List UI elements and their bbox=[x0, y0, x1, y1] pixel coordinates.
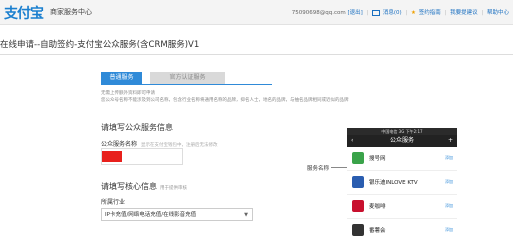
industry-selected-value: IP卡充值/网络电话充值/在线影音充值 bbox=[105, 212, 197, 218]
mail-icon bbox=[372, 9, 381, 16]
notice-line-2: 您公众号名称不能涉及到公司名称，包含行业名称将通用名称的品牌，抑名人士，地名的品… bbox=[101, 98, 349, 103]
service-item-name: 银乐迪INLOVE KTV bbox=[369, 180, 418, 186]
add-link: 添加 bbox=[445, 179, 453, 184]
suggestions-link[interactable]: 我要提建议 bbox=[450, 10, 478, 16]
industry-label: 所属行业 bbox=[101, 199, 126, 206]
phone-service-list: 搜号网 添加 银乐迪INLOVE KTV 添加 麦咖啡 添加 番薯会 添加 bbox=[347, 147, 457, 241]
tab-standard-service[interactable]: 普通服务 bbox=[101, 72, 142, 84]
industry-select[interactable]: IP卡充值/网络电话充值/在线影音充值 ▼ bbox=[101, 208, 253, 221]
plus-icon: + bbox=[447, 137, 453, 144]
chevron-down-icon: ▼ bbox=[244, 212, 248, 218]
messages-link[interactable]: 消息(0) bbox=[383, 10, 402, 16]
add-link: 添加 bbox=[445, 203, 453, 208]
back-arrow-icon: ‹ bbox=[351, 137, 354, 144]
list-item: 麦咖啡 添加 bbox=[347, 195, 457, 219]
phone-nav-title: 公众服务 bbox=[389, 137, 414, 144]
service-logo-icon bbox=[352, 152, 364, 164]
core-info-heading: 请填写核心信息 用于提供审核 bbox=[101, 181, 187, 192]
list-item: 番薯会 添加 bbox=[347, 219, 457, 241]
logo-subtitle: 商家服务中心 bbox=[50, 8, 92, 16]
divider: | bbox=[481, 10, 484, 16]
page-title: 在线申请--自助签约-支付宝公众服务(含CRM服务)V1 bbox=[0, 40, 200, 50]
callout-line bbox=[331, 167, 347, 168]
service-name-callout: 服务名称 bbox=[307, 166, 330, 172]
service-logo-icon bbox=[352, 176, 364, 188]
service-name-field-label: 公众服务名称 显示在支付宝钱包中，注册后无法修改 bbox=[101, 139, 218, 148]
service-logo-icon bbox=[352, 224, 364, 236]
alipay-logo[interactable]: 支付宝 bbox=[4, 3, 44, 23]
tab-official-certified-service[interactable]: 官方认证服务 bbox=[150, 72, 225, 84]
list-item: 银乐迪INLOVE KTV 添加 bbox=[347, 171, 457, 195]
service-item-name: 番薯会 bbox=[369, 228, 386, 234]
add-link: 添加 bbox=[445, 155, 453, 160]
top-header: 支付宝 商家服务中心 75090698@qq.com [退出] | 消息(0) … bbox=[0, 0, 513, 25]
service-logo-icon bbox=[352, 200, 364, 212]
service-name-label: 公众服务名称 bbox=[101, 141, 138, 148]
core-info-heading-text: 请填写核心信息 bbox=[101, 182, 157, 191]
help-center-link[interactable]: 帮助中心 bbox=[487, 10, 509, 16]
service-info-heading: 请填写公众服务信息 bbox=[101, 123, 173, 132]
tab-underline bbox=[101, 84, 272, 85]
logout-link[interactable]: [退出] bbox=[347, 10, 362, 16]
signup-guide-link[interactable]: 签约指南 bbox=[419, 10, 441, 16]
service-item-name: 麦咖啡 bbox=[369, 204, 386, 210]
divider: | bbox=[405, 10, 408, 16]
phone-nav-bar: ‹ 公众服务 + bbox=[347, 135, 457, 147]
title-divider bbox=[0, 54, 513, 55]
star-icon: ★ bbox=[411, 10, 416, 16]
service-name-input[interactable] bbox=[101, 148, 183, 165]
service-item-name: 搜号网 bbox=[369, 156, 386, 162]
phone-status-bar: 中国电信 3G 下午2:17 bbox=[381, 129, 423, 134]
divider: | bbox=[366, 10, 369, 16]
redacted-name-box bbox=[102, 151, 122, 162]
list-item: 搜号网 添加 bbox=[347, 147, 457, 171]
phone-preview: 中国电信 3G 下午2:17 ‹ 公众服务 + 搜号网 添加 银乐迪INLOVE… bbox=[347, 128, 457, 241]
add-link: 添加 bbox=[445, 227, 453, 232]
divider: | bbox=[444, 10, 447, 16]
account-email: 75090698@qq.com bbox=[291, 10, 346, 16]
notice-line-1: 无需上传额外资料即可申请 bbox=[101, 91, 155, 96]
core-info-note: 用于提供审核 bbox=[160, 186, 187, 191]
top-links: 75090698@qq.com [退出] | 消息(0) | ★ 签约指南 | … bbox=[292, 8, 509, 16]
